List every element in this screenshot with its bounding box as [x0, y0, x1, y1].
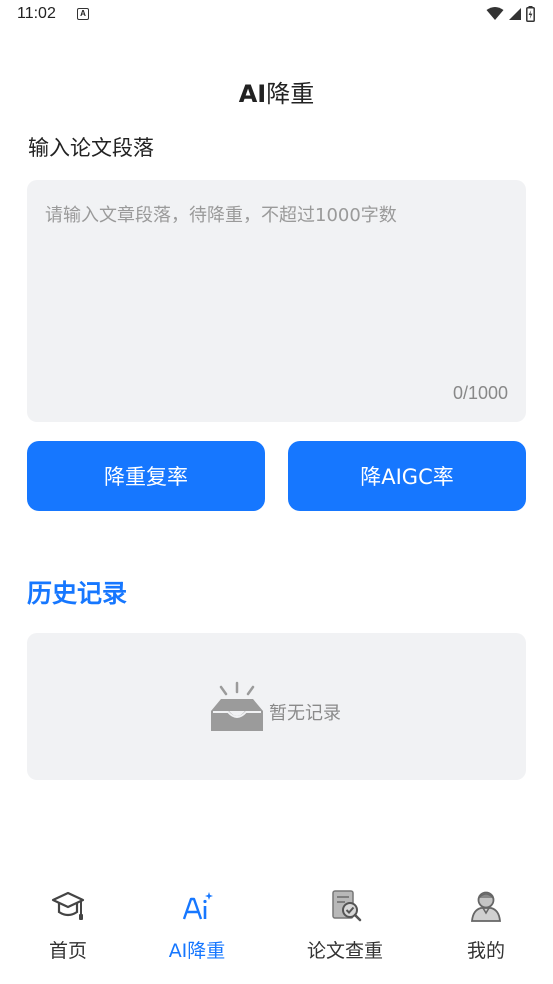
status-icons	[486, 6, 535, 22]
input-section-label: 输入论文段落	[28, 136, 154, 160]
tab-profile-label: 我的	[466, 940, 505, 962]
tab-home[interactable]: 首页	[8, 880, 128, 963]
char-counter: 0/1000	[452, 383, 508, 403]
tab-home-label: 首页	[48, 940, 87, 962]
battery-icon	[526, 6, 535, 22]
page-title-rest: 降重	[266, 80, 315, 108]
reduce-aigc-button-label: 降AIGC率	[360, 465, 454, 489]
notification-a-icon: A	[77, 8, 89, 20]
empty-state: 暂无记录	[207, 681, 341, 733]
page-title-ai: AI	[238, 80, 267, 108]
document-check-icon	[332, 890, 362, 922]
empty-tray-icon	[211, 681, 263, 731]
user-profile-icon	[471, 891, 501, 922]
ai-sparkle-icon	[182, 892, 213, 920]
reduce-aigc-button[interactable]: 降AIGC率	[288, 441, 526, 511]
tab-profile[interactable]: 我的	[426, 880, 546, 963]
signal-icon	[509, 8, 521, 20]
tab-paper-check[interactable]: 论文查重	[285, 880, 405, 963]
tab-ai-reduce[interactable]: AI降重	[137, 880, 257, 963]
empty-state-text: 暂无记录	[269, 703, 341, 724]
graduation-cap-icon	[51, 891, 85, 920]
history-title: 历史记录	[27, 579, 128, 608]
page-title: AI降重	[0, 74, 553, 109]
status-time: 11:02	[17, 5, 56, 22]
reduce-duplication-button-label: 降重复率	[104, 465, 188, 489]
reduce-duplication-button[interactable]: 降重复率	[27, 441, 265, 511]
status-bar: 11:02 A	[0, 0, 553, 32]
paragraph-input-placeholder: 请输入文章段落，待降重，不超过1000字数	[45, 205, 397, 226]
wifi-icon	[486, 7, 504, 20]
paragraph-input[interactable]: 请输入文章段落，待降重，不超过1000字数 0/1000	[27, 180, 526, 422]
tab-ai-reduce-label: AI降重	[168, 940, 226, 962]
bottom-tab-bar: 首页 AI降重 论文查重 我的	[0, 880, 553, 984]
history-list: 暂无记录	[27, 633, 526, 780]
tab-paper-check-label: 论文查重	[306, 940, 383, 962]
